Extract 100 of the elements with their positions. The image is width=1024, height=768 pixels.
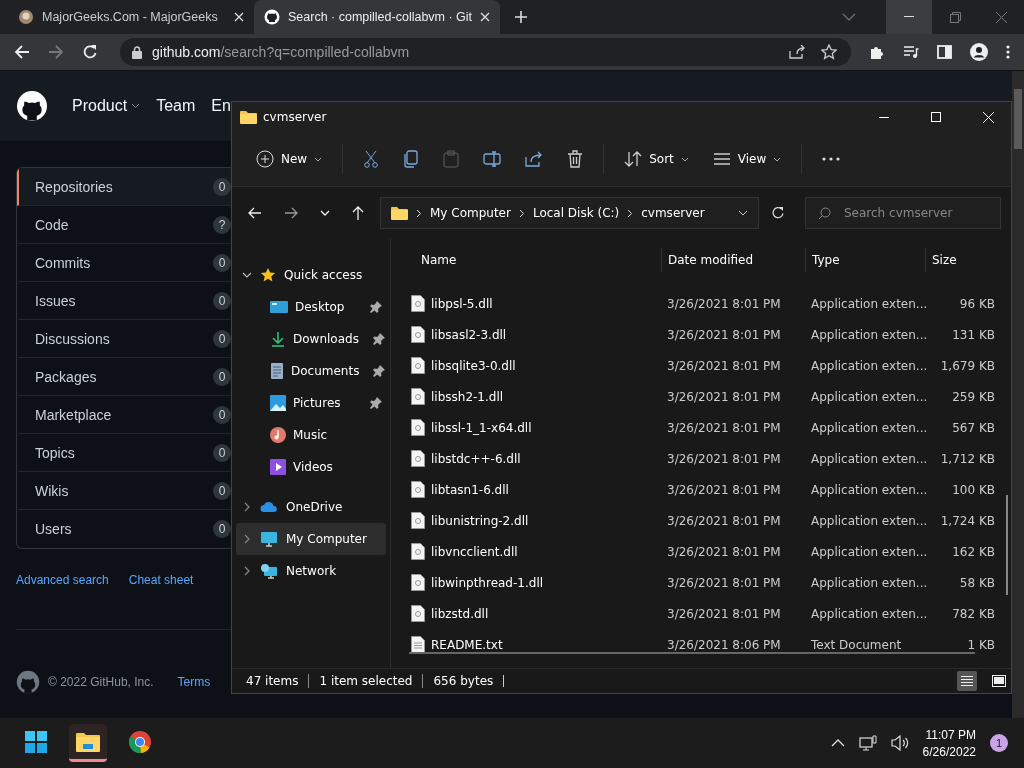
profile-icon[interactable] [970,43,988,61]
size-cell-text: 162 KB [951,544,995,559]
file-name[interactable]: libtasn1-6.dll [431,482,509,497]
volume-icon[interactable] [890,735,909,751]
nav-item[interactable]: Quick access [236,259,386,291]
filter-item[interactable]: Users 0 [17,510,233,548]
close-icon[interactable] [480,12,491,22]
scrollbar[interactable] [1012,71,1024,718]
filter-item[interactable]: Repositories 0 [17,168,233,206]
chevron-right-icon[interactable] [242,566,252,576]
chevron-up-icon[interactable] [830,739,845,747]
file-name[interactable]: libzstd.dll [431,606,489,621]
chevron-right-icon[interactable] [627,208,634,218]
search-field[interactable]: Search cvmserver [805,197,1001,229]
details-view-button[interactable] [957,671,977,691]
file-icon [411,326,425,343]
nav-link[interactable]: Team [156,97,196,115]
nav-item[interactable]: Pictures [236,387,386,419]
chevron-down-icon[interactable] [242,272,252,278]
file-name[interactable]: libsasl2-3.dll [431,327,507,342]
clock-date[interactable]: 6/26/2022 [922,744,976,759]
footer-link[interactable]: Terms [177,675,211,689]
back-icon[interactable] [14,44,30,60]
sort-button[interactable]: Sort [614,141,699,177]
column-header[interactable]: Size [925,248,995,272]
new-tab-icon[interactable] [514,10,528,24]
column-header[interactable]: Type [805,248,925,272]
back-icon[interactable] [248,207,262,219]
close-icon[interactable] [234,12,244,22]
address-bar[interactable]: github.com/search?q=compilled-collabvm [120,38,851,66]
clock-time[interactable]: 11:07 PM [925,727,976,742]
nav-item[interactable]: Documents [236,355,386,387]
status-text: 656 bytes [422,674,494,688]
share-icon[interactable] [789,45,805,59]
chevron-right-icon[interactable] [518,208,525,218]
forward-icon[interactable] [48,44,64,60]
file-name[interactable]: libsqlite3-0.dll [431,358,516,373]
chevron-down-icon[interactable] [738,210,748,216]
breadcrumb-item[interactable]: My Computer [430,206,511,220]
pin-icon[interactable] [370,301,382,313]
notification-badge[interactable]: 1 [990,734,1008,752]
nav-item[interactable]: OneDrive [236,491,386,523]
browser-tab[interactable]: Search · compilled-collabvm · Git [254,0,500,34]
taskbar-app[interactable] [69,724,107,762]
column-header[interactable]: Date modified [661,248,805,272]
size-cell-text: 567 KB [951,420,995,435]
date-cell-text: 3/26/2021 8:01 PM [666,389,782,404]
nav-item[interactable]: Videos [236,451,386,483]
nav-item[interactable]: Desktop [236,291,386,323]
puzzle-icon[interactable] [869,44,885,60]
size-cell-text: 131 KB [951,327,995,342]
new-button[interactable]: New [246,141,333,177]
nav-item[interactable]: Network [236,555,386,587]
size-cell-text: 782 KB [951,606,995,621]
file-icon [411,543,425,560]
playlist-icon[interactable] [903,45,919,59]
network-icon [260,563,278,579]
breadcrumb-item[interactable]: Local Disk (C:) [532,206,620,220]
chevron-right-icon[interactable] [416,208,422,218]
file-name[interactable]: README.txt [431,637,503,652]
help-link[interactable]: Advanced search [16,573,109,587]
pin-icon[interactable] [372,333,385,345]
file-name[interactable]: libstdc++-6.dll [431,451,521,466]
date-cell-text: 3/26/2021 8:01 PM [666,606,782,621]
pin-icon[interactable] [373,365,386,377]
nav-item[interactable]: Downloads [236,323,386,355]
file-name[interactable]: libpsl-5.dll [431,296,493,311]
forward-icon[interactable] [284,207,298,219]
file-name[interactable]: libvncclient.dll [431,544,518,559]
view-button[interactable]: View [702,141,792,177]
breadcrumb-item[interactable]: cvmserver [641,206,705,220]
size-cell-text: 1 KB [966,637,995,652]
nav-item[interactable]: My Computer [236,523,386,555]
side-panel-icon[interactable] [937,45,952,59]
nav-link[interactable]: Product [72,97,141,115]
github-logo-icon[interactable] [16,90,48,122]
list-icon [960,675,974,687]
date-cell-text: 3/26/2021 8:01 PM [666,482,782,497]
chevron-right-icon[interactable] [242,502,252,512]
minimize-icon [879,116,889,118]
caret-icon [131,103,141,109]
help-link[interactable]: Cheat sheet [128,573,194,587]
star-icon[interactable] [821,44,837,60]
browser-icon [129,730,151,753]
column-header[interactable]: Name [409,248,661,272]
menu-icon[interactable] [1006,45,1010,59]
file-name[interactable]: libssh2-1.dll [431,389,504,404]
size-cell-text: 1,712 KB [939,451,995,466]
nav-item[interactable]: Music [236,419,386,451]
plus-circle-icon [256,150,274,168]
network-icon[interactable] [858,735,877,751]
reload-icon[interactable] [82,44,98,60]
file-name[interactable]: libwinpthread-1.dll [431,575,544,590]
file-name[interactable]: libssl-1_1-x64.dll [431,420,532,435]
type-cell-text: Application exten... [810,513,925,528]
up-arrow-icon[interactable] [352,206,364,220]
pin-icon[interactable] [370,397,382,409]
nav-link[interactable]: En [211,97,231,115]
music-icon [270,427,286,443]
file-name[interactable]: libunistring-2.dll [431,513,529,528]
